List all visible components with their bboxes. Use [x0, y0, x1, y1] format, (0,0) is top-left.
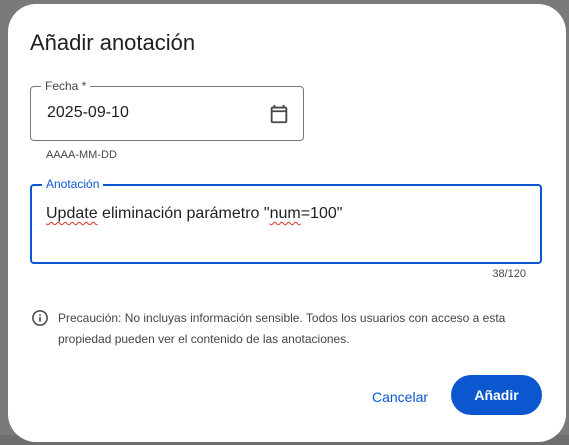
date-input[interactable]	[47, 104, 247, 122]
info-icon	[31, 309, 49, 327]
annotation-field[interactable]: Anotación Update eliminación parámetro "…	[30, 177, 542, 264]
add-button[interactable]: Añadir	[451, 375, 542, 415]
annotation-text: eliminación parámetro "	[97, 205, 270, 222]
spellcheck-word: num	[269, 205, 301, 222]
date-field[interactable]: Fecha *	[30, 79, 304, 141]
add-annotation-dialog: Añadir anotación Fecha * AAAA-MM-DD Anot…	[8, 4, 566, 442]
dialog-title: Añadir anotación	[30, 30, 196, 55]
privacy-notice: Precaución: No incluyas información sens…	[58, 311, 506, 346]
annotation-field-label: Anotación	[42, 177, 104, 191]
calendar-icon[interactable]	[268, 103, 290, 125]
date-format-hint: AAAA-MM-DD	[46, 149, 117, 161]
annotation-input[interactable]: Update eliminación parámetro "num=100"	[46, 205, 526, 223]
spellcheck-word: Update	[46, 205, 98, 222]
date-field-label: Fecha *	[41, 79, 91, 93]
cancel-button[interactable]: Cancelar	[360, 378, 440, 416]
character-counter: 38/120	[492, 268, 526, 280]
annotation-text: =100"	[300, 205, 343, 222]
